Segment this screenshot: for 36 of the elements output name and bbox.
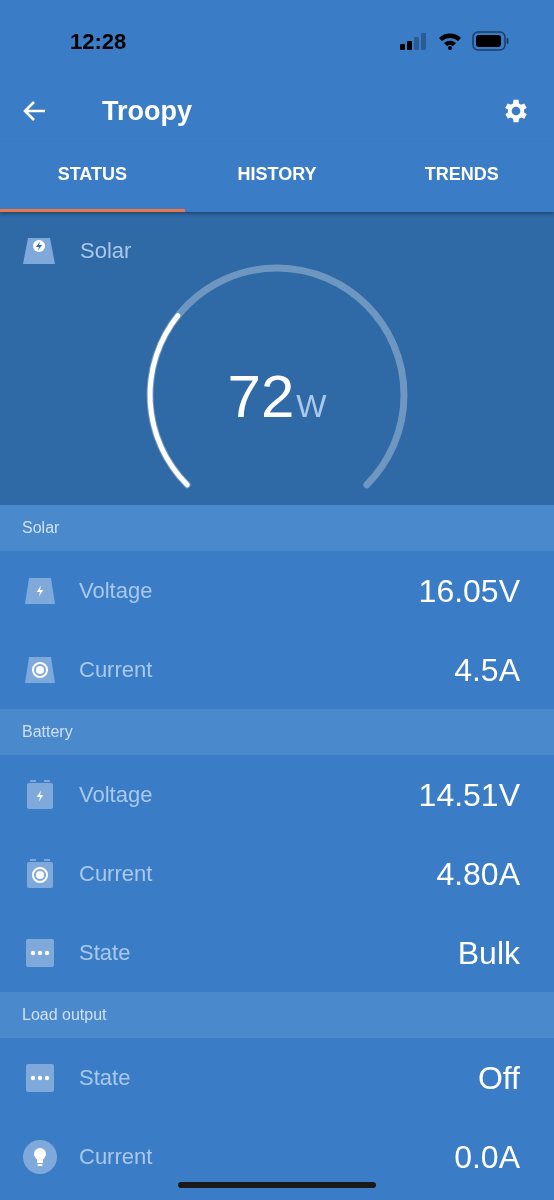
tab[interactable]: TRENDS bbox=[369, 142, 554, 212]
section-title: Load output bbox=[22, 1005, 107, 1025]
power-unit: W bbox=[296, 390, 327, 422]
back-arrow-icon bbox=[23, 100, 47, 122]
row-label: Current bbox=[79, 1143, 153, 1171]
more-dots-icon bbox=[25, 937, 55, 968]
row-label: Current bbox=[79, 860, 153, 888]
row-value: 0.0A bbox=[454, 1140, 520, 1173]
row-value: Bulk bbox=[457, 936, 520, 969]
status-time: 12:28 bbox=[70, 27, 127, 56]
battery-bolt-icon bbox=[26, 779, 54, 810]
battery-icon bbox=[472, 31, 510, 51]
section-title: Solar bbox=[22, 518, 60, 538]
row-value: 14.51V bbox=[418, 778, 520, 811]
row-value: 16.05V bbox=[418, 574, 520, 607]
solar-panel-bolt-icon bbox=[22, 236, 56, 265]
row-label: State bbox=[79, 1064, 131, 1092]
lightbulb-icon bbox=[23, 1139, 57, 1174]
section-title: Battery bbox=[22, 722, 73, 742]
row-label: State bbox=[79, 939, 131, 967]
solar-panel-target-icon bbox=[24, 655, 56, 684]
wifi-icon bbox=[438, 32, 462, 50]
more-dots-icon bbox=[25, 1062, 55, 1093]
row-value: 4.80A bbox=[436, 857, 520, 890]
solar-panel-bolt-icon bbox=[24, 576, 56, 605]
row-value: 4.5A bbox=[454, 653, 520, 686]
row-label: Current bbox=[79, 656, 153, 684]
page-title: Troopy bbox=[102, 94, 192, 128]
signal-icon bbox=[400, 32, 428, 50]
power-value: 72 bbox=[227, 367, 295, 427]
gauge-label: Solar bbox=[80, 237, 132, 265]
battery-target-icon bbox=[26, 858, 54, 889]
row-label: Voltage bbox=[79, 577, 153, 605]
row-value: Off bbox=[477, 1061, 520, 1094]
tab[interactable]: HISTORY bbox=[184, 142, 370, 212]
row-label: Voltage bbox=[79, 781, 153, 809]
